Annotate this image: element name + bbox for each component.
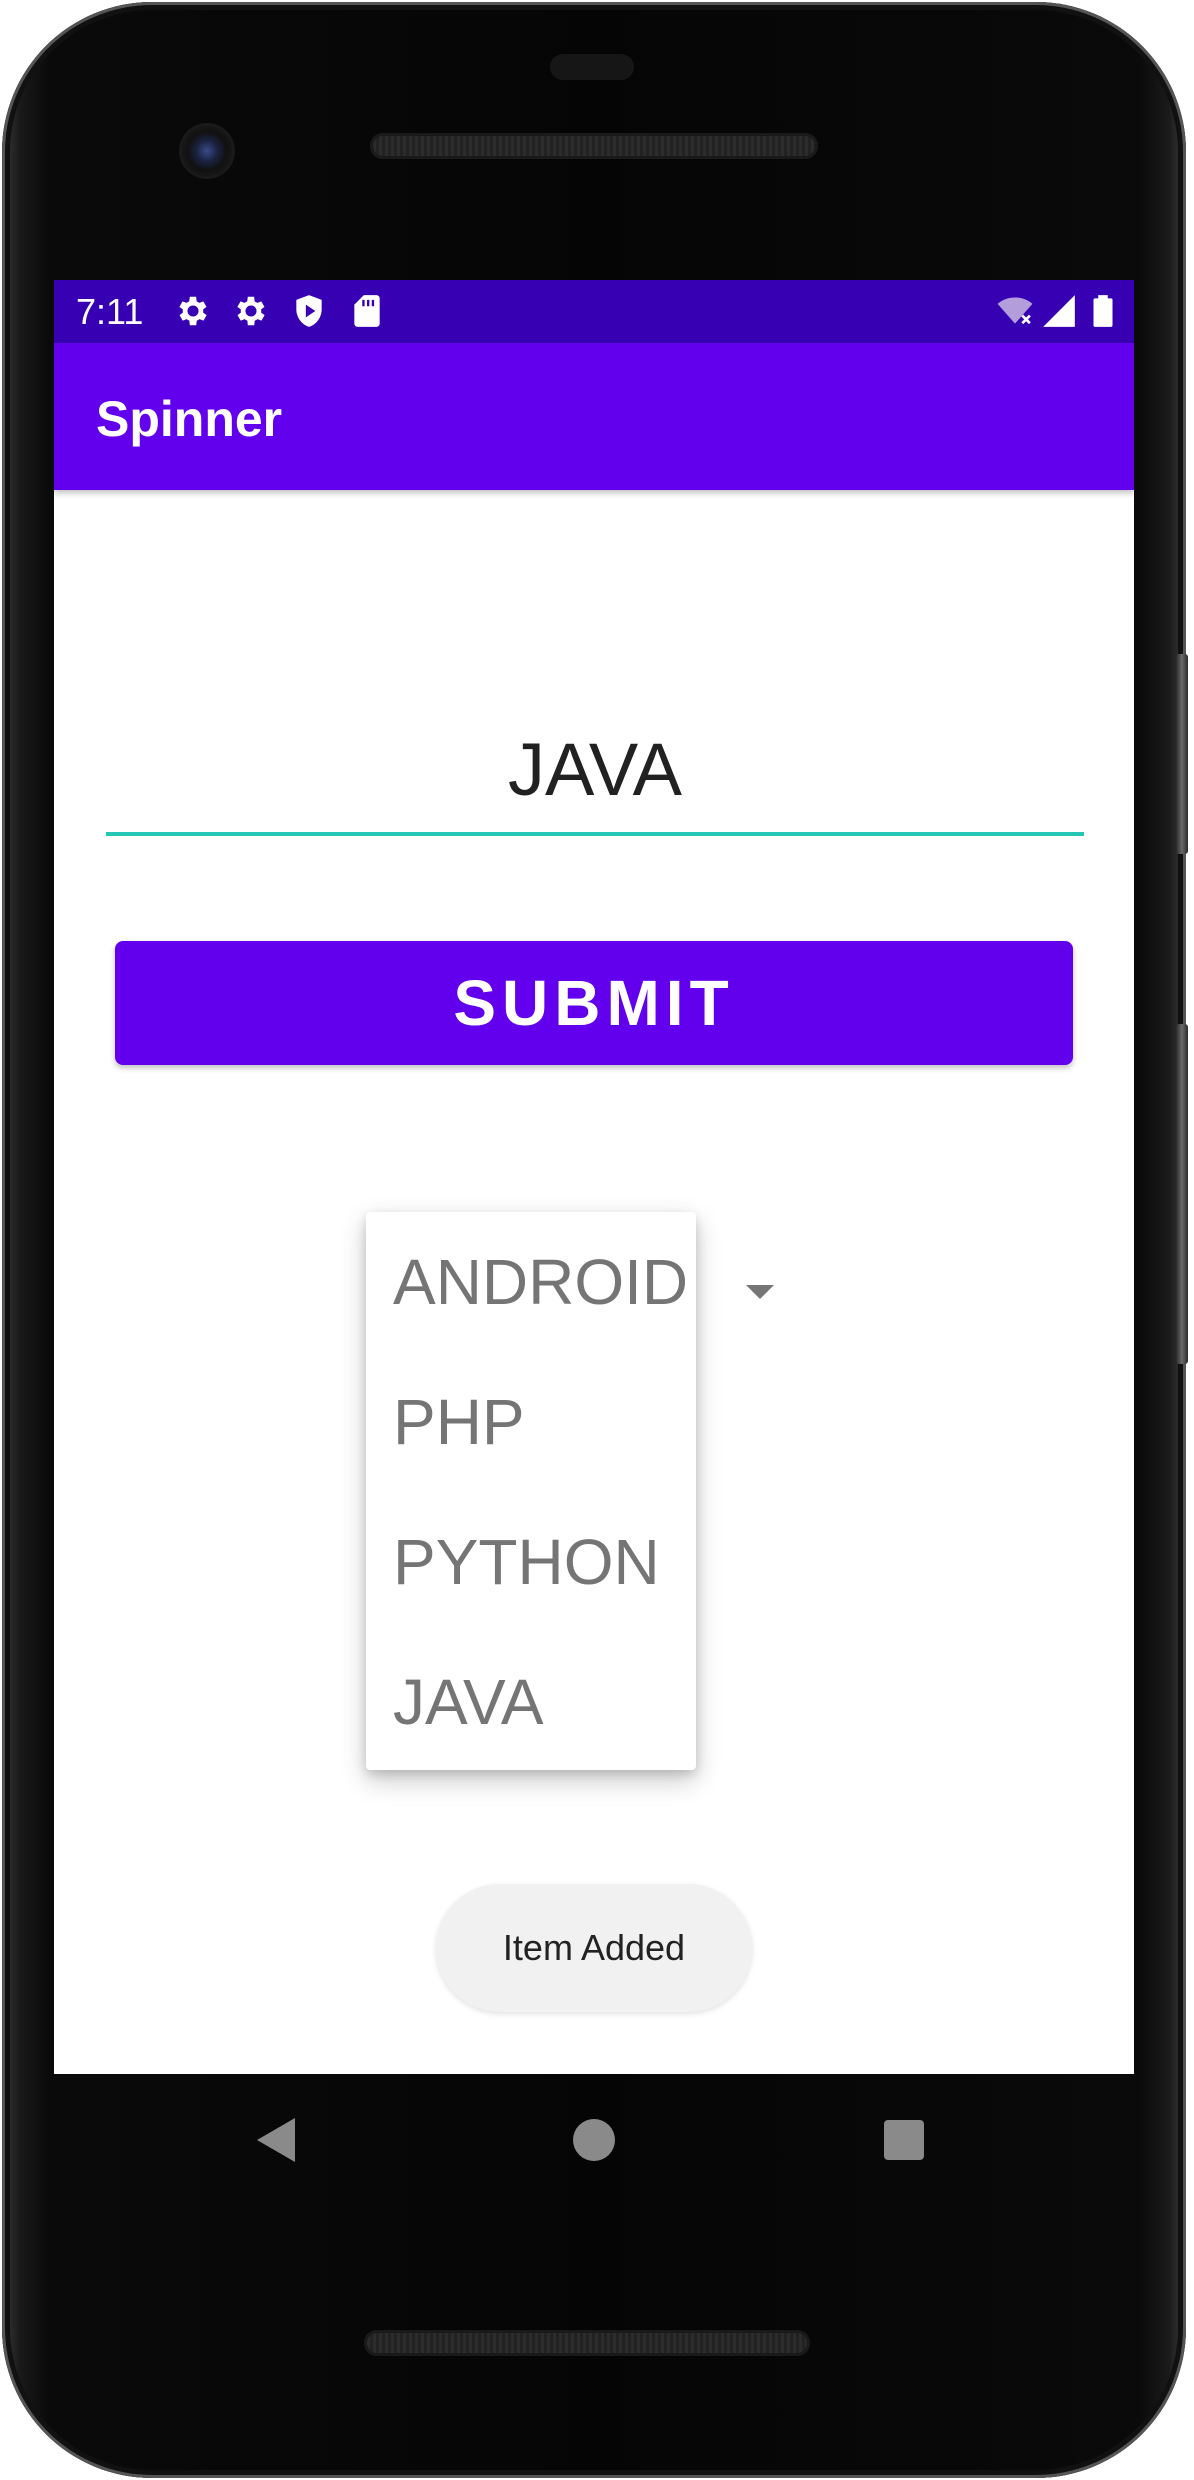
proximity-sensor xyxy=(550,54,634,80)
wifi-off-icon xyxy=(997,297,1033,325)
sd-card-icon xyxy=(354,295,380,327)
home-icon[interactable] xyxy=(573,2119,615,2161)
screen: 7:11 Spinner JAVA SUBMIT ANDROID PHP PYT… xyxy=(54,280,1134,2074)
spinner-dropdown: ANDROID PHP PYTHON JAVA xyxy=(366,1212,696,1770)
signal-icon xyxy=(1043,295,1075,327)
bottom-speaker xyxy=(364,2330,810,2356)
submit-button[interactable]: SUBMIT xyxy=(115,941,1073,1065)
recents-icon[interactable] xyxy=(884,2120,924,2160)
toast-message: Item Added xyxy=(436,1884,752,2012)
spinner-option-python[interactable]: PYTHON xyxy=(393,1492,693,1632)
app-bar: Spinner xyxy=(54,343,1134,490)
gear-icon xyxy=(179,296,207,326)
back-icon[interactable] xyxy=(257,2118,295,2162)
app-title: Spinner xyxy=(96,391,283,447)
item-input[interactable]: JAVA xyxy=(106,720,1084,820)
battery-icon xyxy=(1093,295,1113,327)
spinner-option-php[interactable]: PHP xyxy=(393,1352,693,1492)
status-bar: 7:11 xyxy=(54,280,1134,343)
spinner-option-java[interactable]: JAVA xyxy=(393,1632,693,1772)
gear-icon xyxy=(237,296,265,326)
status-time: 7:11 xyxy=(76,291,144,332)
volume-button xyxy=(1176,654,1188,854)
phone-frame: 7:11 Spinner JAVA SUBMIT ANDROID PHP PYT… xyxy=(2,2,1188,2478)
top-speaker xyxy=(370,133,818,159)
spinner-option-android[interactable]: ANDROID xyxy=(393,1212,693,1352)
input-underline xyxy=(106,832,1084,836)
chevron-down-icon[interactable] xyxy=(746,1285,774,1299)
shield-play-icon xyxy=(296,295,322,327)
front-camera xyxy=(182,126,232,176)
power-button xyxy=(1176,1024,1188,1364)
